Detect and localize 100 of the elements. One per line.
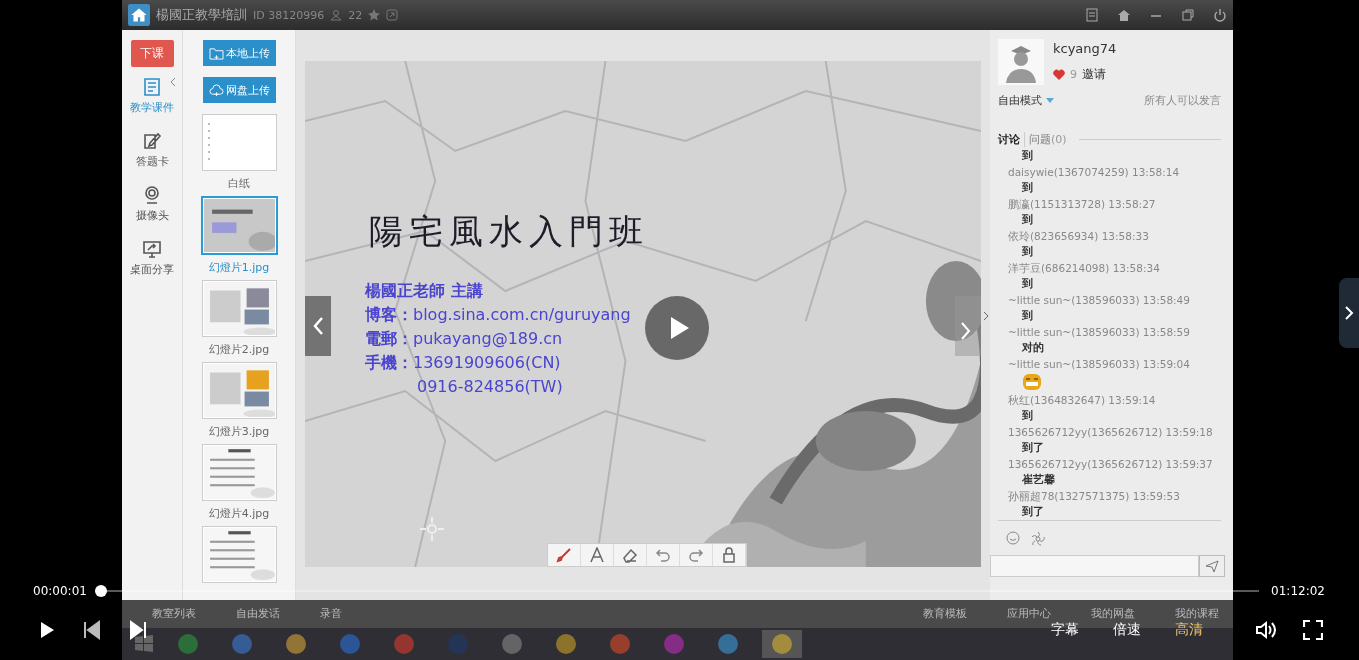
chat-tab[interactable]: 讨论: [998, 132, 1025, 147]
username: kcyang74: [1053, 41, 1117, 56]
send-icon: [1205, 559, 1219, 573]
message-sender: ~little sun~(138596033) 13:58:59: [1007, 325, 1190, 340]
message-text: 到: [1021, 308, 1033, 324]
next-slide-button[interactable]: [955, 296, 981, 356]
message-text: 到: [1021, 244, 1033, 260]
message-sender: 洋芋豆(686214098) 13:58:34: [1007, 261, 1160, 276]
message-sender: 秋红(1364832647) 13:59:14: [1007, 393, 1156, 408]
previous-slide-button[interactable]: [305, 296, 331, 356]
slide-text: blog.sina.com.cn/guruyang: [413, 305, 631, 326]
message-sender: 鹏瀛(1151313728) 13:58:27: [1007, 197, 1156, 212]
message-text: 崔艺馨: [1021, 472, 1055, 488]
current-time: 00:00:01: [33, 584, 87, 598]
restore-icon[interactable]: [1181, 8, 1195, 22]
progress-handle[interactable]: [94, 585, 107, 597]
folder-upload-icon: [208, 46, 224, 60]
toolbar-item[interactable]: 我的网盘: [1091, 606, 1135, 621]
slide-name: 幻燈片4.jpg: [208, 506, 270, 520]
nav-icon: [142, 185, 162, 205]
user-icon: [330, 9, 343, 21]
grinning-face-icon: [1022, 372, 1042, 392]
toolbar-item[interactable]: 我的课程: [1175, 606, 1219, 621]
fullscreen-icon[interactable]: [1303, 620, 1323, 640]
nav-icon: [142, 239, 162, 259]
upload-button[interactable]: 本地上传: [202, 40, 276, 66]
flower-icon[interactable]: [1030, 531, 1046, 547]
slide-name: 幻燈片3.jpg: [208, 424, 270, 438]
slide-thumbnail[interactable]: [201, 444, 277, 501]
skip-forward-icon[interactable]: [128, 620, 148, 640]
star-icon[interactable]: [368, 9, 381, 21]
message-sender: ~little sun~(138596033) 13:59:04: [1007, 357, 1190, 372]
expand-icon[interactable]: [983, 311, 989, 321]
skip-back-icon[interactable]: [82, 620, 102, 640]
send-button[interactable]: [1199, 555, 1225, 577]
heart-icon[interactable]: [1053, 69, 1065, 80]
toolbar-item[interactable]: 教室列表: [152, 606, 196, 621]
toolbar-item[interactable]: 录音: [320, 606, 342, 621]
cloud-upload-icon: [208, 83, 224, 97]
slide-thumbnail[interactable]: [200, 196, 278, 255]
room-id: ID 38120996: [253, 8, 325, 22]
message-sender: ~little sun~(138596033) 13:58:49: [1007, 293, 1190, 308]
room-title: 楊國正教學培訓: [156, 6, 247, 24]
slide-title: 陽宅風水入門班: [369, 210, 649, 253]
slide-thumbnail[interactable]: [201, 114, 277, 171]
permission-text: 所有人可以发言: [1144, 93, 1221, 108]
end-class-button[interactable]: 下课: [130, 40, 174, 67]
slide-name: 白纸: [228, 176, 250, 190]
smiley-icon[interactable]: [1006, 531, 1022, 547]
chevron-right-icon: [960, 320, 972, 341]
nav-item[interactable]: 桌面分享: [130, 239, 174, 277]
message-input[interactable]: [990, 555, 1199, 577]
slide-thumbnail[interactable]: [201, 362, 277, 419]
slide-name: 幻燈片2.jpg: [208, 342, 270, 356]
message-sender: daisywie(1367074259) 13:58:14: [1007, 165, 1180, 180]
chevron-right-icon: [1344, 305, 1354, 321]
chat-tab[interactable]: 问题(0): [1029, 132, 1071, 147]
slide-thumbnail[interactable]: [201, 526, 277, 583]
nav-item[interactable]: 教学课件: [130, 77, 174, 115]
slide-text: pukayang@189.cn: [413, 329, 563, 350]
message-text: 到: [1021, 408, 1033, 424]
like-count: 9: [1070, 68, 1077, 81]
slide-thumbnail[interactable]: [201, 280, 277, 337]
home-icon[interactable]: [1117, 8, 1131, 22]
nav-item[interactable]: 答题卡: [135, 131, 169, 169]
player-option[interactable]: 高清: [1175, 621, 1203, 639]
list-icon[interactable]: [1085, 8, 1099, 22]
slide-label: 電郵：: [365, 329, 413, 350]
message-sender: 1365626712yy(1365626712) 13:59:37: [1007, 457, 1213, 472]
collapse-icon[interactable]: [170, 77, 176, 87]
volume-icon[interactable]: [1255, 620, 1277, 640]
message-sender: 孙丽超78(1327571375) 13:59:53: [1007, 489, 1180, 504]
toolbar-item[interactable]: 应用中心: [1007, 606, 1051, 621]
toolbar-item[interactable]: 教育模板: [923, 606, 967, 621]
toolbar-item[interactable]: 自由发话: [236, 606, 280, 621]
message-sender: 1365626712yy(1365626712) 13:59:18: [1007, 425, 1213, 440]
nav-item[interactable]: 摄像头: [135, 185, 169, 223]
start-icon[interactable]: [134, 634, 154, 654]
mode-dropdown[interactable]: 自由模式: [998, 93, 1042, 108]
move-cursor-icon: [419, 516, 445, 542]
home-icon[interactable]: [128, 4, 150, 26]
invite-link[interactable]: 邀请: [1082, 66, 1106, 83]
message-text: 到: [1021, 276, 1033, 292]
slide-label: 博客：: [365, 305, 413, 326]
slide-text: 13691909606(CN): [413, 353, 561, 374]
slide-label: 手機：: [365, 353, 413, 374]
message-text: 到了: [1021, 440, 1044, 456]
player-option[interactable]: 倍速: [1113, 621, 1141, 639]
side-panel-toggle[interactable]: [1339, 278, 1359, 348]
share-icon[interactable]: [386, 9, 399, 21]
power-icon[interactable]: [1213, 8, 1227, 22]
player-option[interactable]: 字幕: [1051, 621, 1079, 639]
dropdown-caret-icon[interactable]: [1046, 98, 1054, 103]
nav-icon: [142, 131, 162, 151]
total-time: 01:12:02: [1271, 584, 1325, 598]
upload-button[interactable]: 网盘上传: [202, 77, 276, 103]
taskbar-app-icon[interactable]: [762, 630, 802, 658]
message-text: 到了: [1021, 504, 1044, 520]
chevron-left-icon: [312, 316, 324, 336]
avatar-icon: [998, 39, 1044, 85]
